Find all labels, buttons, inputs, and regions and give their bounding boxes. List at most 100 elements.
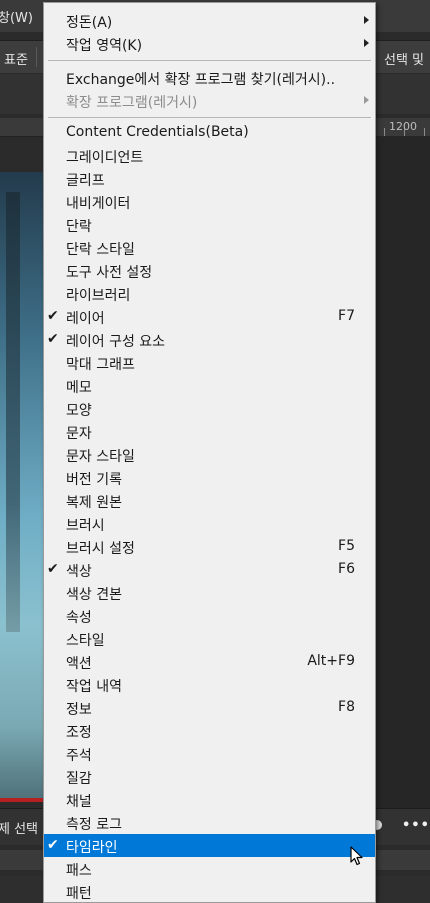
submenu-arrow-icon xyxy=(364,96,369,104)
submenu-arrow-icon xyxy=(364,16,369,24)
menu-item-item-menu-panel_items-7[interactable]: 라이브러리 xyxy=(44,282,375,305)
menu-item-item-menu-panel_items-11[interactable]: 메모 xyxy=(44,374,375,397)
menu-item-label: 도구 사전 설정 xyxy=(66,265,153,281)
menu-item-shortcut: F7 xyxy=(338,308,355,324)
menu-item-label: 액션 xyxy=(66,656,92,672)
menu-item-item-menu-panel_items-26[interactable]: 조정 xyxy=(44,719,375,742)
menu-item-item-menu-panel_items-32[interactable]: 패스 xyxy=(44,857,375,880)
menu-item-item-menu-panel_items-16[interactable]: 복제 원본 xyxy=(44,489,375,512)
canvas-edge-mark xyxy=(0,798,44,802)
menu-item-label: 레이어 구성 요소 xyxy=(66,334,166,350)
menu-item-label: 패스 xyxy=(66,863,92,879)
canvas-image-detail xyxy=(6,192,20,632)
menu-item-label: 타임라인 xyxy=(66,840,118,856)
menu-item-label: 질감 xyxy=(66,771,92,787)
menu-item-item-menu-panel_items-8[interactable]: ✔ 레이어 F7 xyxy=(44,305,375,328)
menu-item-shortcut: F5 xyxy=(338,538,355,554)
menu-item-label: 그레이디언트 xyxy=(66,150,144,166)
menu-item-label: 문자 스타일 xyxy=(66,449,135,465)
menu-item-item-menu-panel_items-23[interactable]: 액션 Alt+F9 xyxy=(44,650,375,673)
checkmark-icon: ✔ xyxy=(47,837,59,853)
menu-item-item-menu-panel_items-33[interactable]: 패턴 xyxy=(44,880,375,903)
right-panel-area xyxy=(378,136,430,836)
menu-item-item-menu-panel_items-13[interactable]: 문자 xyxy=(44,420,375,443)
menu-item-item-menu-panel_items-2[interactable]: 글리프 xyxy=(44,167,375,190)
menu-item-label: 단락 스타일 xyxy=(66,242,135,258)
menu-separator xyxy=(48,60,371,61)
menu-item-item-menu-panel_items-22[interactable]: 스타일 xyxy=(44,627,375,650)
menu-item-item-menu-panel_items-4[interactable]: 단락 xyxy=(44,213,375,236)
mouse-pointer-icon xyxy=(350,846,363,866)
menu-item-item-menu-panel_items-31[interactable]: ✔ 타임라인 xyxy=(44,834,375,857)
menu-item-label: 색상 xyxy=(66,564,92,580)
menu-item-label: Content Credentials(Beta) xyxy=(66,124,249,140)
menu-item-label: 채널 xyxy=(66,794,92,810)
menu-item-item-menu-exchange_items-1[interactable]: 확장 프로그램(레거시) xyxy=(44,89,375,112)
menu-item-item-menu-panel_items-27[interactable]: 주석 xyxy=(44,742,375,765)
menu-item-label: 정보 xyxy=(66,702,92,718)
menu-item-label: 패턴 xyxy=(66,886,92,902)
menu-item-item-menu-panel_items-25[interactable]: 정보 F8 xyxy=(44,696,375,719)
menu-item-label: 주석 xyxy=(66,748,92,764)
checkmark-icon: ✔ xyxy=(47,331,59,347)
menu-item-content-credentials-beta[interactable]: Content Credentials(Beta) xyxy=(44,121,375,144)
menu-item-item-menu-panel_items-21[interactable]: 속성 xyxy=(44,604,375,627)
menu-item-item-menu-panel_items-30[interactable]: 측정 로그 xyxy=(44,811,375,834)
options-standard-label[interactable]: 표준 xyxy=(4,49,28,68)
menu-item-label: 버전 기록 xyxy=(66,472,122,488)
menu-item-item-menu-panel_items-19[interactable]: ✔ 색상 F6 xyxy=(44,558,375,581)
checkmark-icon: ✔ xyxy=(47,308,59,324)
menu-item-label: 작업 영역(K) xyxy=(66,38,143,54)
menu-item-k[interactable]: 작업 영역(K) xyxy=(44,32,375,55)
menu-item-label: 브러시 설정 xyxy=(66,541,135,557)
menu-item-exchange[interactable]: Exchange에서 확장 프로그램 찾기(레거시).. xyxy=(44,66,375,89)
more-options-icon[interactable]: ••• xyxy=(402,818,430,833)
menu-item-item-menu-panel_items-28[interactable]: 질감 xyxy=(44,765,375,788)
menu-item-label: 속성 xyxy=(66,610,92,626)
menu-item-label: 색상 견본 xyxy=(66,587,122,603)
menu-item-label: 라이브러리 xyxy=(66,288,131,304)
menu-item-item-menu-panel_items-1[interactable]: 그레이디언트 xyxy=(44,144,375,167)
menu-item-item-menu-panel_items-15[interactable]: 버전 기록 xyxy=(44,466,375,489)
menu-item-label: 내비게이터 xyxy=(66,196,131,212)
submenu-arrow-icon xyxy=(364,39,369,47)
menu-item-label: 단락 xyxy=(66,219,92,235)
menu-item-item-menu-panel_items-17[interactable]: 브러시 xyxy=(44,512,375,535)
menu-item-item-menu-panel_items-3[interactable]: 내비게이터 xyxy=(44,190,375,213)
menu-item-item-menu-panel_items-9[interactable]: ✔ 레이어 구성 요소 xyxy=(44,328,375,351)
menu-item-shortcut: Alt+F9 xyxy=(307,653,355,669)
menu-item-label: 레이어 xyxy=(66,311,105,327)
menu-item-item-menu-panel_items-6[interactable]: 도구 사전 설정 xyxy=(44,259,375,282)
menu-item-item-menu-panel_items-20[interactable]: 색상 견본 xyxy=(44,581,375,604)
menu-separator xyxy=(48,117,371,118)
menu-item-item-menu-panel_items-14[interactable]: 문자 스타일 xyxy=(44,443,375,466)
bottom-select-label[interactable]: 제 선택 xyxy=(0,818,38,837)
menu-item-a[interactable]: 정돈(A) xyxy=(44,9,375,32)
menu-item-item-menu-panel_items-29[interactable]: 채널 xyxy=(44,788,375,811)
menu-item-label: 측정 로그 xyxy=(66,817,122,833)
menu-item-label: 스타일 xyxy=(66,633,105,649)
menu-item-label: 확장 프로그램(레거시) xyxy=(66,95,198,111)
menu-item-item-menu-panel_items-5[interactable]: 단락 스타일 xyxy=(44,236,375,259)
menu-item-label: 정돈(A) xyxy=(66,15,113,31)
options-select-label[interactable]: 선택 및 xyxy=(384,49,424,68)
menu-item-shortcut: F6 xyxy=(338,561,355,577)
options-divider xyxy=(36,47,37,67)
menu-item-item-menu-panel_items-24[interactable]: 작업 내역 xyxy=(44,673,375,696)
menu-item-label: Exchange에서 확장 프로그램 찾기(레거시).. xyxy=(66,72,336,88)
menu-item-label: 막대 그래프 xyxy=(66,357,135,373)
menu-item-label: 작업 내역 xyxy=(66,679,122,695)
checkmark-icon: ✔ xyxy=(47,561,59,577)
menubar-window-menu[interactable]: 창(W) xyxy=(0,7,33,26)
ruler-label: 1200 xyxy=(389,120,417,133)
ruler-tick xyxy=(384,128,385,136)
document-canvas[interactable] xyxy=(0,172,44,802)
menu-item-label: 복제 원본 xyxy=(66,495,122,511)
menu-item-shortcut: F8 xyxy=(338,699,355,715)
menu-item-item-menu-panel_items-18[interactable]: 브러시 설정 F5 xyxy=(44,535,375,558)
menu-item-label: 조정 xyxy=(66,725,92,741)
menu-item-item-menu-panel_items-10[interactable]: 막대 그래프 xyxy=(44,351,375,374)
menu-item-item-menu-panel_items-12[interactable]: 모양 xyxy=(44,397,375,420)
window-menu-dropdown: 정돈(A) 작업 영역(K) Exchange에서 확장 프로그램 찾기(레거시).… xyxy=(43,2,376,903)
menu-item-label: 모양 xyxy=(66,403,92,419)
